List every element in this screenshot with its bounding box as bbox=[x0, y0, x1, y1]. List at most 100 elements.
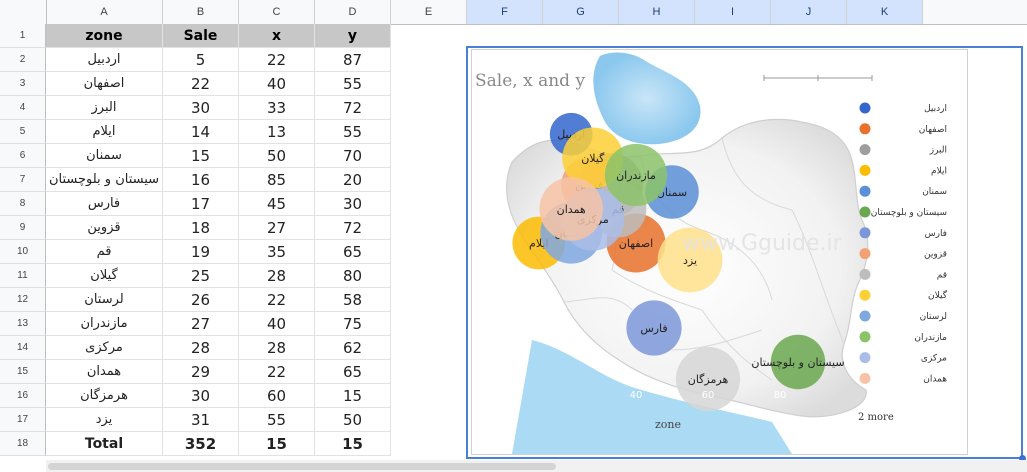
row-header-9[interactable]: 9 bbox=[0, 216, 46, 240]
legend-label[interactable]: البرز bbox=[929, 146, 947, 156]
row-header-3[interactable]: 3 bbox=[0, 72, 46, 96]
bubble-chart[interactable]: Sale, x and y اردبیل اصفهان البرز ایلام سمنا… bbox=[471, 49, 968, 455]
legend-swatch[interactable] bbox=[859, 248, 871, 260]
legend-label[interactable]: سیستان و بلوچستان bbox=[871, 208, 947, 218]
value-cell[interactable]: 29 bbox=[163, 360, 239, 384]
zone-cell[interactable]: لرستان bbox=[46, 288, 163, 312]
legend-more-link[interactable]: 2 more bbox=[858, 412, 894, 423]
legend-swatch[interactable] bbox=[859, 164, 871, 176]
value-cell[interactable]: 5 bbox=[163, 48, 239, 72]
value-cell[interactable]: 50 bbox=[315, 408, 391, 432]
value-cell[interactable]: 31 bbox=[163, 408, 239, 432]
value-cell[interactable]: 14 bbox=[163, 120, 239, 144]
legend-label[interactable]: ایلام bbox=[931, 166, 947, 176]
value-cell[interactable]: 72 bbox=[315, 96, 391, 120]
column-header-c[interactable]: C bbox=[239, 0, 315, 24]
bubble-13[interactable]: همدان bbox=[539, 177, 603, 241]
legend-label[interactable]: قم bbox=[937, 270, 947, 280]
column-header-a[interactable]: A bbox=[46, 0, 163, 24]
value-cell[interactable]: 25 bbox=[163, 264, 239, 288]
value-cell[interactable]: 55 bbox=[239, 408, 315, 432]
value-cell[interactable]: 65 bbox=[315, 360, 391, 384]
column-header-i[interactable]: I bbox=[695, 0, 771, 24]
row-header-15[interactable]: 15 bbox=[0, 360, 46, 384]
value-cell[interactable]: 58 bbox=[315, 288, 391, 312]
legend-swatch[interactable] bbox=[859, 185, 871, 197]
value-cell[interactable]: 30 bbox=[163, 96, 239, 120]
header-cell-zone[interactable]: zone bbox=[46, 24, 163, 48]
zone-cell[interactable]: اصفهان bbox=[46, 72, 163, 96]
value-cell[interactable]: 27 bbox=[239, 216, 315, 240]
row-header-13[interactable]: 13 bbox=[0, 312, 46, 336]
value-cell[interactable]: 13 bbox=[239, 120, 315, 144]
zone-cell[interactable]: قم bbox=[46, 240, 163, 264]
header-cell-y[interactable]: y bbox=[315, 24, 391, 48]
value-cell[interactable]: 72 bbox=[315, 216, 391, 240]
total-value-cell[interactable]: 352 bbox=[163, 432, 239, 456]
value-cell[interactable]: 40 bbox=[239, 72, 315, 96]
total-label-cell[interactable]: Total bbox=[46, 432, 163, 456]
column-header-g[interactable]: G bbox=[543, 0, 619, 24]
value-cell[interactable]: 75 bbox=[315, 312, 391, 336]
value-cell[interactable]: 33 bbox=[239, 96, 315, 120]
value-cell[interactable]: 65 bbox=[315, 240, 391, 264]
legend-swatch[interactable] bbox=[859, 268, 871, 280]
legend-swatch[interactable] bbox=[859, 310, 871, 322]
value-cell[interactable]: 22 bbox=[239, 288, 315, 312]
row-header-16[interactable]: 16 bbox=[0, 384, 46, 408]
horizontal-scroll-thumb[interactable] bbox=[48, 463, 556, 470]
row-header-2[interactable]: 2 bbox=[0, 48, 46, 72]
legend-swatch[interactable] bbox=[859, 206, 871, 218]
row-header-11[interactable]: 11 bbox=[0, 264, 46, 288]
row-header-1[interactable]: 1 bbox=[0, 24, 46, 48]
value-cell[interactable]: 80 bbox=[315, 264, 391, 288]
value-cell[interactable]: 15 bbox=[163, 144, 239, 168]
value-cell[interactable]: 30 bbox=[163, 384, 239, 408]
value-cell[interactable]: 22 bbox=[239, 48, 315, 72]
legend-swatch[interactable] bbox=[859, 144, 871, 156]
legend-label[interactable]: اردبیل bbox=[924, 104, 947, 114]
legend-label[interactable]: فارس bbox=[925, 229, 947, 239]
value-cell[interactable]: 17 bbox=[163, 192, 239, 216]
row-header-10[interactable]: 10 bbox=[0, 240, 46, 264]
value-cell[interactable]: 70 bbox=[315, 144, 391, 168]
row-header-4[interactable]: 4 bbox=[0, 96, 46, 120]
column-header-j[interactable]: J bbox=[771, 0, 847, 24]
row-header-6[interactable]: 6 bbox=[0, 144, 46, 168]
zone-cell[interactable]: هرمزگان bbox=[46, 384, 163, 408]
zone-cell[interactable]: سمنان bbox=[46, 144, 163, 168]
column-header-b[interactable]: B bbox=[163, 0, 239, 24]
row-header-12[interactable]: 12 bbox=[0, 288, 46, 312]
zone-cell[interactable]: اردبیل bbox=[46, 48, 163, 72]
legend-swatch[interactable] bbox=[859, 372, 871, 384]
legend-label[interactable]: مازندران bbox=[914, 333, 947, 343]
select-all-corner[interactable] bbox=[0, 0, 47, 24]
value-cell[interactable]: 15 bbox=[315, 384, 391, 408]
zone-cell[interactable]: یزد bbox=[46, 408, 163, 432]
header-cell-x[interactable]: x bbox=[239, 24, 315, 48]
zone-cell[interactable]: البرز bbox=[46, 96, 163, 120]
zone-cell[interactable]: گیلان bbox=[46, 264, 163, 288]
value-cell[interactable]: 62 bbox=[315, 336, 391, 360]
value-cell[interactable]: 18 bbox=[163, 216, 239, 240]
zone-cell[interactable]: ایلام bbox=[46, 120, 163, 144]
bubble-14[interactable]: هرمزگان bbox=[675, 346, 741, 412]
value-cell[interactable]: 60 bbox=[239, 384, 315, 408]
legend-label[interactable]: قزوین bbox=[924, 250, 947, 260]
legend-label[interactable]: مرکزی bbox=[921, 354, 947, 364]
value-cell[interactable]: 28 bbox=[239, 264, 315, 288]
legend-swatch[interactable] bbox=[859, 123, 871, 135]
value-cell[interactable]: 16 bbox=[163, 168, 239, 192]
value-cell[interactable]: 45 bbox=[239, 192, 315, 216]
header-cell-sale[interactable]: Sale bbox=[163, 24, 239, 48]
zone-cell[interactable]: مازندران bbox=[46, 312, 163, 336]
column-header-d[interactable]: D bbox=[315, 0, 391, 24]
legend-swatch[interactable] bbox=[859, 102, 871, 114]
bubble-6[interactable]: فارس bbox=[626, 300, 682, 356]
row-header-8[interactable]: 8 bbox=[0, 192, 46, 216]
value-cell[interactable]: 50 bbox=[239, 144, 315, 168]
legend-label[interactable]: اصفهان bbox=[919, 125, 947, 135]
legend-label[interactable]: سمنان bbox=[922, 187, 947, 197]
row-header-14[interactable]: 14 bbox=[0, 336, 46, 360]
value-cell[interactable]: 30 bbox=[315, 192, 391, 216]
